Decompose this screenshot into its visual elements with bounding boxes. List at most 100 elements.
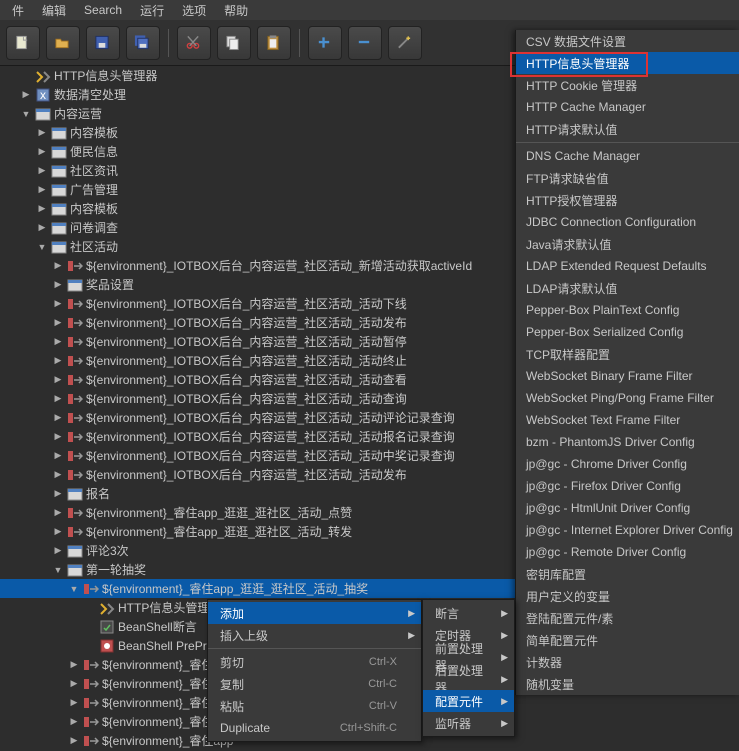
config-element-item[interactable]: jp@gc - Firefox Driver Config: [516, 475, 739, 497]
twisty-icon[interactable]: [20, 70, 32, 82]
twisty-icon[interactable]: ▶: [52, 450, 64, 462]
shortcut-label: Ctrl-C: [368, 678, 397, 690]
config-element-item[interactable]: DNS Cache Manager: [516, 145, 739, 167]
tree-node-label: ${environment}_IOTBOX后台_内容运营_社区活动_活动发布: [86, 466, 407, 483]
twisty-icon[interactable]: ▶: [52, 507, 64, 519]
config-element-item[interactable]: HTTP信息头管理器: [516, 52, 739, 74]
config-element-item[interactable]: WebSocket Ping/Pong Frame Filter: [516, 387, 739, 409]
config-element-item[interactable]: 用户定义的变量: [516, 585, 739, 607]
config-element-item[interactable]: FTP请求缺省值: [516, 167, 739, 189]
twisty-icon[interactable]: ▶: [52, 355, 64, 367]
minus-button[interactable]: [348, 26, 382, 60]
http-icon: [51, 182, 67, 198]
twisty-icon[interactable]: ▶: [52, 336, 64, 348]
config-element-item[interactable]: Pepper-Box PlainText Config: [516, 299, 739, 321]
config-element-item[interactable]: LDAP Extended Request Defaults: [516, 255, 739, 277]
twisty-icon[interactable]: ▶: [36, 184, 48, 196]
twisty-icon[interactable]: ▶: [52, 374, 64, 386]
twisty-icon[interactable]: ▶: [52, 317, 64, 329]
config-element-item[interactable]: 登陆配置元件/素: [516, 607, 739, 629]
save-button[interactable]: [86, 26, 120, 60]
twisty-icon[interactable]: [84, 602, 96, 614]
save-all-button[interactable]: [126, 26, 160, 60]
twisty-icon[interactable]: ▶: [36, 222, 48, 234]
twisty-icon[interactable]: ▶: [68, 659, 80, 671]
menu-item[interactable]: 配置元件▶: [423, 690, 514, 712]
twisty-icon[interactable]: ▶: [52, 393, 64, 405]
twisty-icon[interactable]: ▶: [52, 279, 64, 291]
twisty-icon[interactable]: ▶: [20, 89, 32, 101]
twisty-icon[interactable]: ▶: [52, 545, 64, 557]
config-element-item[interactable]: bzm - PhantomJS Driver Config: [516, 431, 739, 453]
menu-item[interactable]: 件: [4, 0, 32, 21]
config-element-item[interactable]: HTTP请求默认值: [516, 118, 739, 140]
config-element-item[interactable]: CSV 数据文件设置: [516, 30, 739, 52]
twisty-icon[interactable]: ▶: [52, 298, 64, 310]
twisty-icon[interactable]: ▶: [36, 165, 48, 177]
twisty-icon[interactable]: ▼: [52, 564, 64, 576]
twisty-icon[interactable]: ▼: [36, 241, 48, 253]
paste-button[interactable]: [257, 26, 291, 60]
config-element-item[interactable]: HTTP Cache Manager: [516, 96, 739, 118]
config-element-item[interactable]: LDAP请求默认值: [516, 277, 739, 299]
tree-node-label: ${environment}_IOTBOX后台_内容运营_社区活动_活动中奖记录…: [86, 447, 455, 464]
twisty-icon[interactable]: ▶: [68, 735, 80, 747]
config-element-item[interactable]: jp@gc - Internet Explorer Driver Config: [516, 519, 739, 541]
twisty-icon[interactable]: ▶: [52, 431, 64, 443]
config-element-item[interactable]: Java请求默认值: [516, 233, 739, 255]
config-element-item[interactable]: WebSocket Binary Frame Filter: [516, 365, 739, 387]
config-element-item[interactable]: TCP取样器配置: [516, 343, 739, 365]
copy-button[interactable]: [217, 26, 251, 60]
menu-item[interactable]: Search: [76, 1, 130, 19]
config-element-item[interactable]: Pepper-Box Serialized Config: [516, 321, 739, 343]
twisty-icon[interactable]: ▶: [52, 526, 64, 538]
twisty-icon[interactable]: ▶: [36, 127, 48, 139]
menubar: 件编辑Search运行选项帮助: [0, 0, 739, 20]
menu-item[interactable]: DuplicateCtrl+Shift-C: [208, 717, 421, 739]
config-element-item[interactable]: HTTP授权管理器: [516, 189, 739, 211]
config-element-item[interactable]: JDBC Connection Configuration: [516, 211, 739, 233]
menu-item[interactable]: 帮助: [216, 0, 256, 21]
config-element-item[interactable]: 密钥库配置: [516, 563, 739, 585]
twisty-icon[interactable]: [84, 640, 96, 652]
config-element-item[interactable]: 简单配置元件: [516, 629, 739, 651]
twisty-icon[interactable]: ▶: [36, 203, 48, 215]
menu-item[interactable]: 监听器▶: [423, 712, 514, 734]
menu-item[interactable]: 粘贴Ctrl-V: [208, 695, 421, 717]
menu-item[interactable]: 后置处理器▶: [423, 668, 514, 690]
twisty-icon[interactable]: ▼: [68, 583, 80, 595]
config-element-item[interactable]: WebSocket Text Frame Filter: [516, 409, 739, 431]
twisty-icon[interactable]: ▶: [52, 260, 64, 272]
tree-node-label: HTTP信息头管理器: [54, 67, 157, 84]
menu-item[interactable]: 编辑: [34, 0, 74, 21]
twisty-icon[interactable]: ▶: [68, 678, 80, 690]
twisty-icon[interactable]: ▶: [68, 697, 80, 709]
submenu-arrow-icon: ▶: [501, 630, 508, 641]
twisty-icon[interactable]: ▼: [20, 108, 32, 120]
menu-item[interactable]: 运行: [132, 0, 172, 21]
config-element-item[interactable]: jp@gc - Remote Driver Config: [516, 541, 739, 563]
menu-item[interactable]: 剪切Ctrl-X: [208, 651, 421, 673]
twisty-icon[interactable]: ▶: [52, 412, 64, 424]
twisty-icon[interactable]: ▶: [68, 716, 80, 728]
menu-item[interactable]: 复制Ctrl-C: [208, 673, 421, 695]
config-element-item[interactable]: jp@gc - Chrome Driver Config: [516, 453, 739, 475]
open-button[interactable]: [46, 26, 80, 60]
sam-icon: [83, 714, 99, 730]
config-element-item[interactable]: 计数器: [516, 651, 739, 673]
menu-item[interactable]: 断言▶: [423, 602, 514, 624]
plus-button[interactable]: [308, 26, 342, 60]
twisty-icon[interactable]: [84, 621, 96, 633]
cut-button[interactable]: [177, 26, 211, 60]
wand-button[interactable]: [388, 26, 422, 60]
config-element-item[interactable]: jp@gc - HtmlUnit Driver Config: [516, 497, 739, 519]
twisty-icon[interactable]: ▶: [36, 146, 48, 158]
menu-item[interactable]: 插入上级▶: [208, 624, 421, 646]
twisty-icon[interactable]: ▶: [52, 469, 64, 481]
menu-item[interactable]: 添加▶: [208, 602, 421, 624]
config-element-item[interactable]: HTTP Cookie 管理器: [516, 74, 739, 96]
new-doc-button[interactable]: [6, 26, 40, 60]
twisty-icon[interactable]: ▶: [52, 488, 64, 500]
menu-item[interactable]: 选项: [174, 0, 214, 21]
config-element-item[interactable]: 随机变量: [516, 673, 739, 695]
